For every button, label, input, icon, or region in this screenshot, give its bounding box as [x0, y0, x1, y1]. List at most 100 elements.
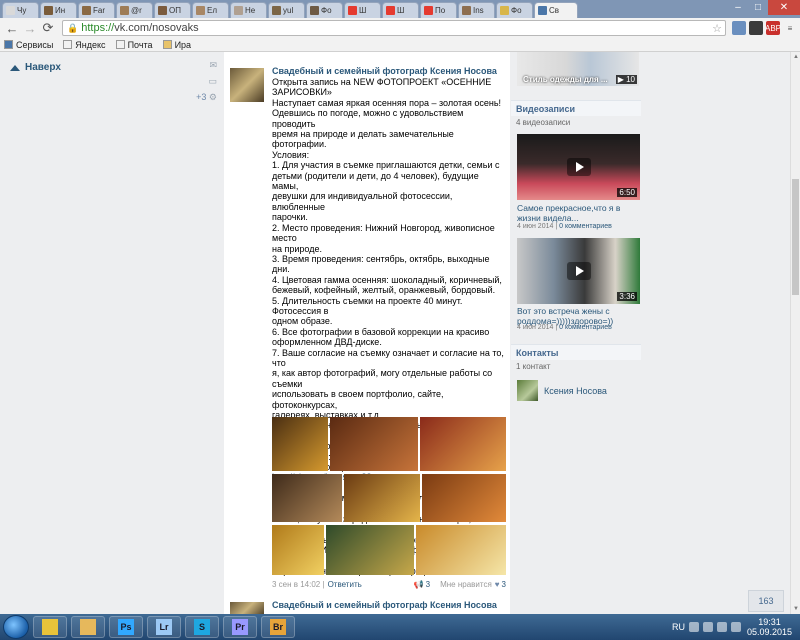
forward-icon[interactable]: → — [22, 20, 38, 36]
scroll-down-icon[interactable]: ▼ — [791, 604, 800, 614]
post-photo[interactable] — [330, 417, 418, 471]
taskbar-app[interactable]: Br — [261, 616, 295, 638]
translate-extension-icon[interactable] — [732, 21, 746, 35]
address-bar[interactable]: 🔒 https:// vk.com/nosovaks ☆ — [62, 20, 726, 36]
author-avatar[interactable] — [230, 68, 264, 102]
repost-count[interactable]: 3 — [426, 580, 430, 589]
play-icon — [566, 158, 591, 176]
close-window-icon[interactable]: ✕ — [768, 0, 800, 15]
browser-tab[interactable]: Ш — [344, 2, 381, 18]
pocket-extension-icon[interactable] — [749, 21, 763, 35]
contact-name[interactable]: Ксения Носова — [544, 386, 607, 396]
video-thumb-1[interactable]: 6:50 — [517, 134, 640, 200]
taskbar-app[interactable] — [33, 616, 67, 638]
post-photo[interactable] — [272, 417, 328, 471]
browser-tab[interactable]: Ш — [382, 2, 419, 18]
taskbar-app[interactable]: Ps — [109, 616, 143, 638]
post-photo[interactable] — [326, 525, 414, 575]
bookmark-star-icon[interactable]: ☆ — [712, 22, 722, 35]
clock-date: 05.09.2015 — [746, 627, 792, 637]
tab-favicon-icon — [538, 6, 547, 15]
post-text-line: 7. Ваше согласие на съемку означает и со… — [272, 347, 507, 368]
tab-favicon-icon — [158, 6, 167, 15]
bookmark-label: Почта — [127, 39, 153, 50]
maximize-icon[interactable]: □ — [748, 0, 768, 15]
browser-tab[interactable]: Фо — [496, 2, 533, 18]
browser-tab[interactable]: yul — [268, 2, 305, 18]
post-photo[interactable] — [416, 525, 506, 575]
reply-link[interactable]: Ответить — [328, 580, 362, 589]
post-photo[interactable] — [272, 474, 342, 522]
post-photo[interactable] — [344, 474, 420, 522]
post-text-line: девушки для индивидуальной фотосессии, в… — [272, 191, 455, 212]
contacts-section-header[interactable]: Контакты — [511, 344, 641, 360]
tray-flag-icon[interactable] — [688, 622, 699, 632]
like-label[interactable]: Мне нравится — [440, 580, 492, 589]
browser-tab[interactable]: @r — [116, 2, 153, 18]
browser-tab[interactable]: Не — [230, 2, 267, 18]
system-clock[interactable]: 19:31 05.09.2015 — [747, 617, 792, 637]
repost-icon[interactable]: 📢 — [414, 580, 424, 589]
contacts-section-title: Контакты — [516, 347, 559, 358]
scroll-up-icon[interactable]: ▲ — [791, 52, 800, 62]
post-text-line: Условия: — [272, 149, 310, 160]
video-comments-link-2[interactable]: 0 комментариев — [559, 324, 612, 331]
browser-tab[interactable]: Чу — [2, 2, 39, 18]
post-date[interactable]: 3 сен в 14:02 — [272, 580, 320, 589]
video-thumb-2[interactable]: 3:36 — [517, 238, 640, 304]
chrome-menu-icon[interactable]: ≡ — [783, 21, 797, 35]
minimize-icon[interactable]: – — [728, 0, 748, 15]
videos-count[interactable]: 4 видеозаписи — [516, 118, 570, 127]
taskbar-app[interactable]: Pr — [223, 616, 257, 638]
browser-tab[interactable]: Св — [534, 2, 578, 18]
taskbar-app[interactable] — [71, 616, 105, 638]
apps-grid-icon — [4, 40, 13, 49]
browser-tab[interactable]: ОП — [154, 2, 191, 18]
post-author-link[interactable]: Свадебный и семейный фотограф Ксения Нос… — [272, 66, 506, 76]
author-avatar-next[interactable] — [230, 602, 264, 614]
tray-volume-icon[interactable] — [716, 622, 727, 632]
taskbar-app[interactable]: Lr — [147, 616, 181, 638]
post-photo[interactable] — [420, 417, 506, 471]
scroll-to-top-link[interactable]: Наверх — [10, 62, 61, 73]
back-icon[interactable]: ← — [4, 20, 20, 36]
mail-icon[interactable]: ✉ — [195, 60, 217, 76]
bookmark-item[interactable]: Яндекс — [63, 40, 106, 50]
start-button[interactable] — [3, 615, 29, 639]
page-scrollbar[interactable]: ▲ ▼ — [790, 52, 800, 614]
browser-tab[interactable]: Ins — [458, 2, 495, 18]
video-comments-link-1[interactable]: 0 комментариев — [559, 223, 612, 230]
browser-tab[interactable]: Фо — [306, 2, 343, 18]
post-photo-grid — [272, 417, 506, 575]
tray-network-icon[interactable] — [702, 622, 713, 632]
reload-icon[interactable]: ⟳ — [40, 20, 56, 36]
heart-icon[interactable]: ♥ — [495, 580, 500, 589]
browser-tab[interactable]: Ин — [40, 2, 77, 18]
online-counter-badge[interactable]: 163 — [748, 590, 784, 612]
browser-tab[interactable]: Ел — [192, 2, 229, 18]
language-indicator[interactable]: RU — [672, 622, 685, 632]
wall-column: Свадебный и семейный фотограф Ксения Нос… — [224, 52, 510, 614]
video-thumb-top[interactable]: Стиль одежды для ... ▶ 10 — [517, 52, 639, 86]
settings-gear-icon[interactable]: ⚙ — [209, 92, 217, 102]
videos-section-header[interactable]: Видеозаписи — [511, 100, 641, 116]
like-count[interactable]: 3 — [502, 580, 506, 589]
post-photo[interactable] — [422, 474, 506, 522]
video-title-1[interactable]: Самое прекрасное,что я в жизни видела... — [517, 203, 641, 223]
contact-avatar[interactable] — [517, 380, 538, 401]
scrollbar-thumb[interactable] — [792, 179, 799, 295]
browser-tab[interactable]: По — [420, 2, 457, 18]
post-text-line: 2. Место проведения: Нижний Новгород, жи… — [272, 222, 498, 244]
bookmark-item[interactable]: Ира — [162, 40, 191, 50]
bookmark-item[interactable]: Сервисы — [4, 40, 53, 50]
taskbar-app[interactable]: S — [185, 616, 219, 638]
tab-title: Far — [93, 6, 105, 15]
contact-item[interactable]: Ксения Носова — [517, 380, 607, 401]
adblock-plus-icon[interactable]: ABP — [765, 21, 781, 35]
comment-icon[interactable]: ▭ — [195, 76, 217, 92]
bookmark-item[interactable]: Почта — [115, 39, 153, 50]
post-photo[interactable] — [272, 525, 324, 575]
post-author-link-next[interactable]: Свадебный и семейный фотограф Ксения Нос… — [272, 600, 506, 610]
browser-tab[interactable]: Far — [78, 2, 115, 18]
tray-keyboard-icon[interactable] — [730, 622, 741, 632]
